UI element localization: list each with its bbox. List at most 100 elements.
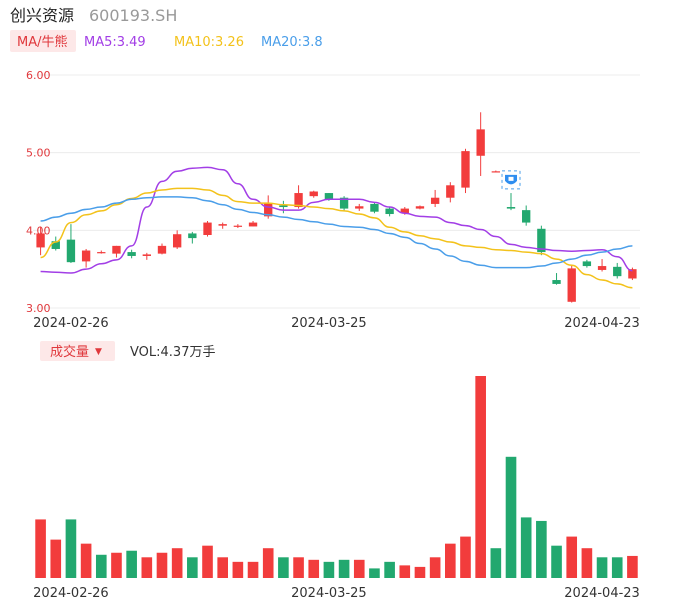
- volume-bar: [126, 550, 137, 578]
- ma20-legend: MA20:3.8: [261, 35, 323, 50]
- candle-body: [415, 206, 425, 209]
- volume-bar: [323, 561, 335, 578]
- y-tick-label: 3.00: [26, 302, 51, 315]
- candle-body: [81, 250, 91, 262]
- chart-marker[interactable]: [501, 170, 521, 190]
- candle-body: [567, 268, 576, 302]
- candle: [446, 182, 455, 203]
- candle-body: [172, 234, 182, 248]
- volume-bar: [505, 456, 517, 578]
- candle-body: [324, 193, 334, 200]
- candle-body: [279, 205, 288, 208]
- candle-body: [522, 210, 531, 223]
- candle: [157, 243, 167, 255]
- volume-bar: [35, 519, 46, 578]
- volume-bar: [141, 557, 153, 578]
- volume-bar: [429, 557, 441, 578]
- candle-body: [552, 280, 561, 284]
- candle: [172, 230, 182, 249]
- candle: [339, 196, 349, 211]
- candle: [370, 202, 379, 214]
- candle: [188, 231, 197, 244]
- candle: [112, 245, 121, 258]
- volume-bar: [217, 557, 228, 578]
- candle: [142, 252, 151, 260]
- volume-x-tick-label: 2024-03-25: [291, 586, 367, 601]
- candle: [613, 262, 622, 279]
- candle: [385, 207, 394, 217]
- volume-bar: [520, 517, 532, 578]
- candle-body: [446, 185, 455, 198]
- stock-name: 创兴资源: [10, 6, 74, 25]
- candle-body: [97, 252, 106, 254]
- volume-bar: [187, 557, 198, 578]
- x-tick-label: 2024-02-26: [33, 316, 109, 331]
- volume-bar: [566, 536, 578, 578]
- candle: [567, 265, 576, 303]
- price-gridlines: [33, 74, 640, 309]
- candle-body: [309, 191, 318, 197]
- candle-body: [461, 151, 470, 188]
- candle-body: [370, 203, 379, 212]
- candle: [537, 225, 546, 256]
- candle-body: [491, 171, 501, 173]
- price-y-ticks: 6.005.004.003.00: [26, 69, 51, 315]
- volume-bar: [596, 557, 608, 578]
- candle-body: [218, 224, 227, 226]
- moving-average-lines: [40, 166, 633, 289]
- volume-bar: [627, 555, 638, 578]
- volume-bar: [536, 520, 547, 578]
- volume-bar: [353, 559, 365, 578]
- marker-glyph: [508, 176, 514, 181]
- volume-bar: [95, 554, 107, 578]
- candle-body: [506, 207, 516, 209]
- volume-bar: [111, 552, 122, 578]
- candle: [127, 249, 136, 259]
- volume-bars: [35, 376, 638, 578]
- candle-body: [142, 254, 151, 256]
- ma5-legend: MA5:3.49: [84, 35, 146, 50]
- volume-bar: [460, 536, 471, 578]
- candle: [279, 200, 288, 214]
- volume-bar: [50, 539, 62, 578]
- candle-body: [112, 245, 121, 254]
- candle-body: [613, 266, 622, 277]
- candle: [355, 203, 364, 211]
- volume-bar: [171, 548, 183, 578]
- volume-bar: [551, 545, 562, 578]
- volume-bar: [278, 557, 289, 578]
- volume-bar: [80, 543, 92, 578]
- volume-x-tick-label: 2024-04-23: [564, 586, 640, 601]
- volume-bar: [202, 545, 213, 578]
- candlestick-series: [36, 112, 637, 303]
- candle-body: [430, 197, 440, 204]
- volume-bar: [338, 559, 350, 578]
- candle-body: [476, 129, 485, 156]
- candle: [582, 259, 592, 268]
- candle-body: [597, 266, 607, 270]
- price-x-ticks: 2024-02-26 2024-03-25 2024-04-23: [33, 316, 640, 331]
- shield-badge-icon: [501, 170, 521, 190]
- volume-bar: [581, 548, 593, 578]
- volume-value: VOL:4.37万手: [130, 345, 215, 360]
- candle-body: [355, 206, 364, 209]
- volume-bar: [414, 566, 426, 578]
- candle-body: [385, 208, 394, 215]
- candle-body: [203, 222, 212, 235]
- candle: [218, 222, 227, 229]
- candle: [506, 193, 516, 211]
- candle: [476, 112, 485, 176]
- candle-body: [157, 245, 167, 254]
- candle: [248, 221, 258, 227]
- ma-indicator-label[interactable]: MA/牛熊: [17, 34, 68, 50]
- volume-bar: [490, 548, 502, 578]
- chevron-down-icon[interactable]: ▼: [95, 347, 102, 357]
- candle-body: [582, 261, 592, 267]
- candle: [309, 190, 318, 198]
- volume-x-tick-label: 2024-02-26: [33, 586, 109, 601]
- volume-bar: [384, 561, 395, 578]
- volume-bar: [611, 557, 623, 578]
- candle: [461, 148, 470, 194]
- volume-indicator-label[interactable]: 成交量: [50, 344, 89, 360]
- y-tick-label: 5.00: [26, 147, 51, 160]
